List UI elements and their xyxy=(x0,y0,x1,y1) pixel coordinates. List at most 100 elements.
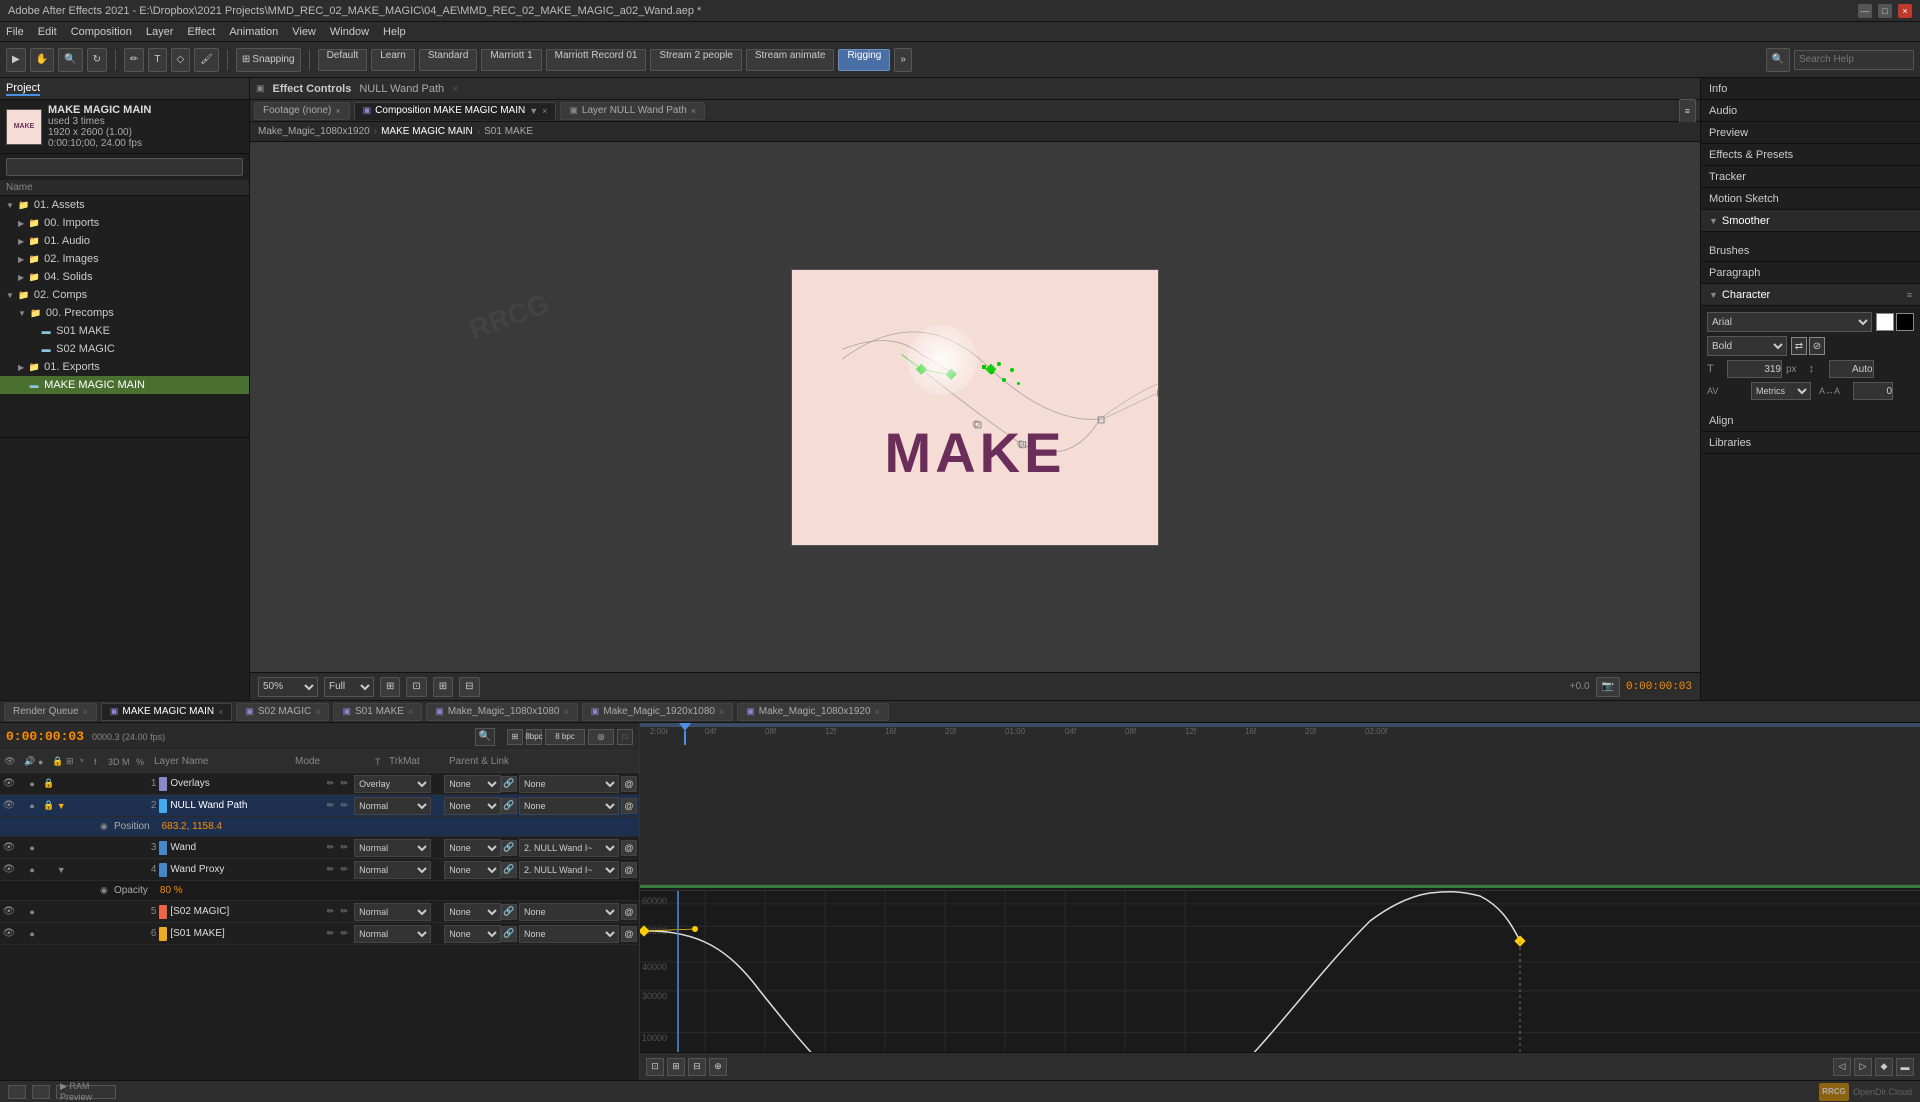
right-nav-libraries[interactable]: Libraries xyxy=(1701,432,1920,454)
search-icon[interactable]: 🔍 xyxy=(1766,48,1790,72)
font-size-input[interactable] xyxy=(1727,360,1782,378)
graph-hold-btn[interactable]: ▬ xyxy=(1896,1058,1914,1076)
window-controls[interactable]: — □ × xyxy=(1858,4,1920,18)
layer-6-name[interactable]: [S01 MAKE] xyxy=(170,928,326,939)
playhead-marker[interactable] xyxy=(678,723,692,745)
layer-4-mode[interactable]: Normal xyxy=(354,861,430,879)
right-nav-motion-sketch[interactable]: Motion Sketch xyxy=(1701,188,1920,210)
right-nav-preview[interactable]: Preview xyxy=(1701,122,1920,144)
zoom-select[interactable]: 50%100%25% xyxy=(258,677,318,697)
tracking-type-select[interactable]: MetricsOptical xyxy=(1751,382,1811,400)
right-nav-tracker[interactable]: Tracker xyxy=(1701,166,1920,188)
workspace-rigging[interactable]: Rigging xyxy=(838,49,890,71)
layer-3-parent[interactable]: 2. NULL Wand I~ xyxy=(519,839,619,857)
layer-5-solo[interactable]: ● xyxy=(29,907,43,917)
close-make-magic-icon[interactable]: × xyxy=(218,707,223,717)
snapshot-btn[interactable]: 📷 xyxy=(1596,677,1620,697)
tool-shape[interactable]: ◇ xyxy=(171,48,191,72)
comp-preview[interactable]: MAKE xyxy=(791,269,1159,546)
statusbar-ram-preview[interactable]: ▶ RAM Preview xyxy=(56,1085,116,1099)
tree-item-exports[interactable]: ▶ 📁 01. Exports xyxy=(0,358,249,376)
layer-3-name[interactable]: Wand xyxy=(170,842,326,853)
tree-item-audio[interactable]: ▶ 📁 01. Audio xyxy=(0,232,249,250)
character-panel-menu[interactable]: ≡ xyxy=(1907,290,1912,300)
tree-item-images[interactable]: ▶ 📁 02. Images xyxy=(0,250,249,268)
layer-4-parent[interactable]: 2. NULL Wand I~ xyxy=(519,861,619,879)
checkerboard-btn[interactable]: ⊞ xyxy=(380,677,400,697)
workspace-standard[interactable]: Standard xyxy=(419,49,478,71)
layer-2-collapse[interactable]: ▼ xyxy=(57,801,71,811)
layer-6-parent[interactable]: None xyxy=(519,925,619,943)
layer-1-visibility[interactable]: 👁 xyxy=(2,778,16,789)
motion-blur-btn[interactable]: ◎ xyxy=(588,729,614,745)
layer-1-color[interactable] xyxy=(159,777,167,791)
layer-2-color[interactable] xyxy=(159,799,167,813)
menu-composition[interactable]: Composition xyxy=(71,26,132,38)
graph-snap-btn[interactable]: ⊕ xyxy=(709,1058,727,1076)
minimize-button[interactable]: — xyxy=(1858,4,1872,18)
position-stopwatch[interactable]: ◉ xyxy=(100,821,114,832)
right-nav-align[interactable]: Align xyxy=(1701,410,1920,432)
layer-2-parent[interactable]: None xyxy=(519,797,619,815)
tree-item-comps[interactable]: ▼ 📁 02. Comps xyxy=(0,286,249,304)
layer-4-solo[interactable]: ● xyxy=(29,865,43,875)
tree-item-imports[interactable]: ▶ 📁 00. Imports xyxy=(0,214,249,232)
quality-select[interactable]: FullHalfQuarter xyxy=(324,677,374,697)
statusbar-btn-2[interactable] xyxy=(32,1085,50,1099)
graph-easy-ease-btn[interactable]: ◆ xyxy=(1875,1058,1893,1076)
close-button[interactable]: × xyxy=(1898,4,1912,18)
viewer-tab-comp-menu[interactable]: ▼ xyxy=(529,106,538,116)
tab-make-magic-main[interactable]: ▣ MAKE MAGIC MAIN × xyxy=(101,703,232,721)
graph-ease-out-btn[interactable]: ▷ xyxy=(1854,1058,1872,1076)
snapping-toggle[interactable]: ⊞ Snapping xyxy=(236,48,301,72)
statusbar-btn-1[interactable] xyxy=(8,1085,26,1099)
layer-3-mode[interactable]: Normal xyxy=(354,839,430,857)
tracking-value-input[interactable] xyxy=(1853,382,1893,400)
layer-2-name[interactable]: NULL Wand Path xyxy=(170,800,326,811)
layer-6-visibility[interactable]: 👁 xyxy=(2,928,16,939)
right-nav-character[interactable]: ▼ Character ≡ xyxy=(1701,284,1920,306)
close-layer-icon[interactable]: × xyxy=(691,106,696,116)
stroke-color-swatch[interactable] xyxy=(1896,313,1914,331)
layer-5-name[interactable]: [S02 MAGIC] xyxy=(170,906,326,917)
graph-fit-all-btn[interactable]: ⊟ xyxy=(688,1058,706,1076)
tool-text[interactable]: T xyxy=(148,48,166,72)
tree-item-precomps[interactable]: ▼ 📁 00. Precomps xyxy=(0,304,249,322)
line-height-input[interactable] xyxy=(1829,360,1874,378)
workspace-stream-animate[interactable]: Stream animate xyxy=(746,49,835,71)
layer-3-visibility[interactable]: 👁 xyxy=(2,842,16,853)
workspace-marriott-record[interactable]: Marriott Record 01 xyxy=(546,49,647,71)
close-render-queue-icon[interactable]: × xyxy=(83,707,88,717)
menu-layer[interactable]: Layer xyxy=(146,26,174,38)
layer-3-whip[interactable]: @ xyxy=(621,840,637,856)
viewer-tab-layer[interactable]: ▣ Layer NULL Wand Path × xyxy=(560,102,705,120)
right-nav-effects[interactable]: Effects & Presets xyxy=(1701,144,1920,166)
layer-4-visibility[interactable]: 👁 xyxy=(2,864,16,875)
tab-s02-magic[interactable]: ▣ S02 MAGIC × xyxy=(236,703,329,721)
workspace-learn[interactable]: Learn xyxy=(371,49,415,71)
tool-rotate[interactable]: ↻ xyxy=(87,48,107,72)
tool-hand[interactable]: ✋ xyxy=(30,48,54,72)
close-1080x1920-icon[interactable]: × xyxy=(875,707,880,717)
tree-item-s02magic[interactable]: ▶ ▬ S02 MAGIC xyxy=(0,340,249,358)
layer-5-trkmat[interactable]: None xyxy=(444,903,501,921)
layer-1-solo[interactable]: ● xyxy=(29,779,43,789)
layer-2-link-icon[interactable]: 🔗 xyxy=(501,798,517,814)
workspace-default[interactable]: Default xyxy=(318,49,368,71)
menu-animation[interactable]: Animation xyxy=(229,26,278,38)
menu-view[interactable]: View xyxy=(292,26,316,38)
right-nav-info[interactable]: Info xyxy=(1701,78,1920,100)
layer-2-solo[interactable]: ● xyxy=(29,801,43,811)
layers-search-btn[interactable]: 🔍 xyxy=(475,728,495,746)
position-value[interactable]: 683.2, 1158.4 xyxy=(162,821,222,832)
menu-help[interactable]: Help xyxy=(383,26,406,38)
layer-2-mode[interactable]: Normal xyxy=(354,797,430,815)
layer-2-visibility[interactable]: 👁 xyxy=(2,800,16,811)
opacity-value[interactable]: 80 % xyxy=(160,885,183,896)
layer-5-link[interactable]: 🔗 xyxy=(501,904,517,920)
layer-6-solo[interactable]: ● xyxy=(29,929,43,939)
layer-1-name[interactable]: Overlays xyxy=(170,778,326,789)
toggle-comp-btn[interactable]: ⊞ xyxy=(507,729,523,745)
layer-6-trkmat[interactable]: None xyxy=(444,925,501,943)
layer-4-whip[interactable]: @ xyxy=(621,862,637,878)
